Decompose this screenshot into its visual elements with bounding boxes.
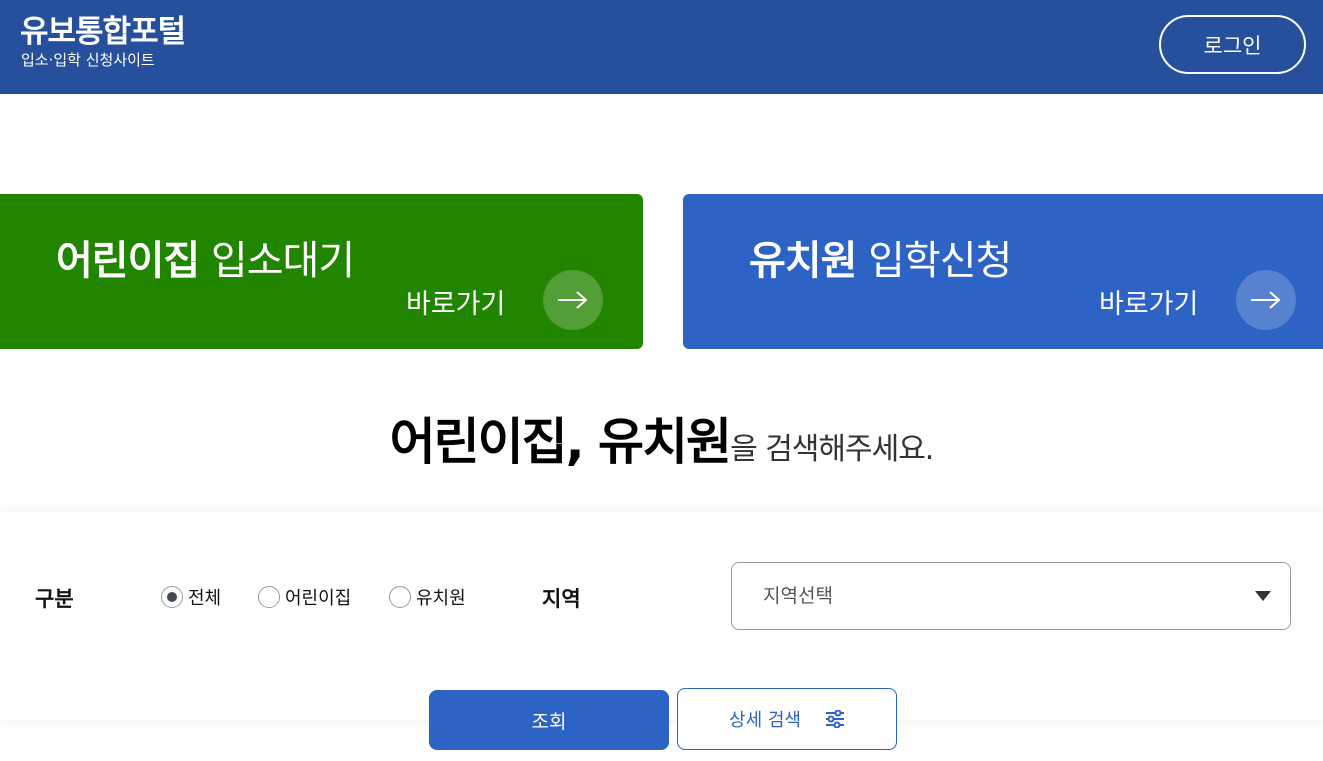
detail-search-label: 상세 검색 xyxy=(729,710,801,731)
site-title[interactable]: 유보통합포털 xyxy=(20,6,186,51)
detail-search-button[interactable]: 상세 검색 xyxy=(677,688,897,750)
radio-circle-selected[interactable] xyxy=(161,586,183,608)
radio-circle[interactable] xyxy=(258,586,280,608)
kindergarten-card-title-strong: 유치원 xyxy=(749,238,857,284)
search-panel: 구분 전체 어린이집 유치원 지역 지역선택 xyxy=(0,512,1323,720)
daycare-go-label: 바로가기 xyxy=(406,289,506,320)
sliders-icon xyxy=(825,710,844,728)
radio-daycare-label: 어린이집 xyxy=(285,588,352,609)
radio-kindergarten[interactable]: 유치원 xyxy=(389,584,466,610)
headline-light: 을 검색해주세요. xyxy=(730,432,934,467)
search-headline: 어린이집, 유치원을 검색해주세요. xyxy=(0,402,1323,474)
radio-all[interactable]: 전체 xyxy=(161,584,221,610)
region-select-placeholder: 지역선택 xyxy=(763,585,833,607)
radio-all-label: 전체 xyxy=(188,588,222,609)
kindergarten-go-label: 바로가기 xyxy=(1099,289,1199,320)
site-subtitle: 입소·입학 신청사이트 xyxy=(21,51,155,69)
search-button[interactable]: 조회 xyxy=(429,690,669,750)
daycare-waitlist-card[interactable]: 어린이집 입소대기 바로가기 xyxy=(0,194,643,349)
headline-strong: 어린이집, 유치원 xyxy=(389,413,732,471)
arrow-right-icon[interactable] xyxy=(1236,270,1296,330)
region-label: 지역 xyxy=(542,587,581,611)
kindergarten-card-title-light: 입학신청 xyxy=(868,238,1012,284)
radio-daycare[interactable]: 어린이집 xyxy=(258,584,351,610)
arrow-right-icon[interactable] xyxy=(543,270,603,330)
caret-down-icon xyxy=(1255,591,1271,601)
daycare-card-title-strong: 어린이집 xyxy=(56,238,200,284)
daycare-card-title: 어린이집 입소대기 xyxy=(56,228,355,286)
radio-kindergarten-label: 유치원 xyxy=(416,588,466,609)
radio-circle[interactable] xyxy=(389,586,411,608)
daycare-card-title-light: 입소대기 xyxy=(210,238,355,284)
top-header: 유보통합포털 입소·입학 신청사이트 로그인 xyxy=(0,0,1323,94)
category-label: 구분 xyxy=(35,587,74,611)
region-select[interactable]: 지역선택 xyxy=(731,562,1291,630)
login-button[interactable]: 로그인 xyxy=(1159,15,1306,74)
kindergarten-apply-card[interactable]: 유치원 입학신청 바로가기 xyxy=(683,194,1323,349)
kindergarten-card-title: 유치원 입학신청 xyxy=(749,228,1012,286)
